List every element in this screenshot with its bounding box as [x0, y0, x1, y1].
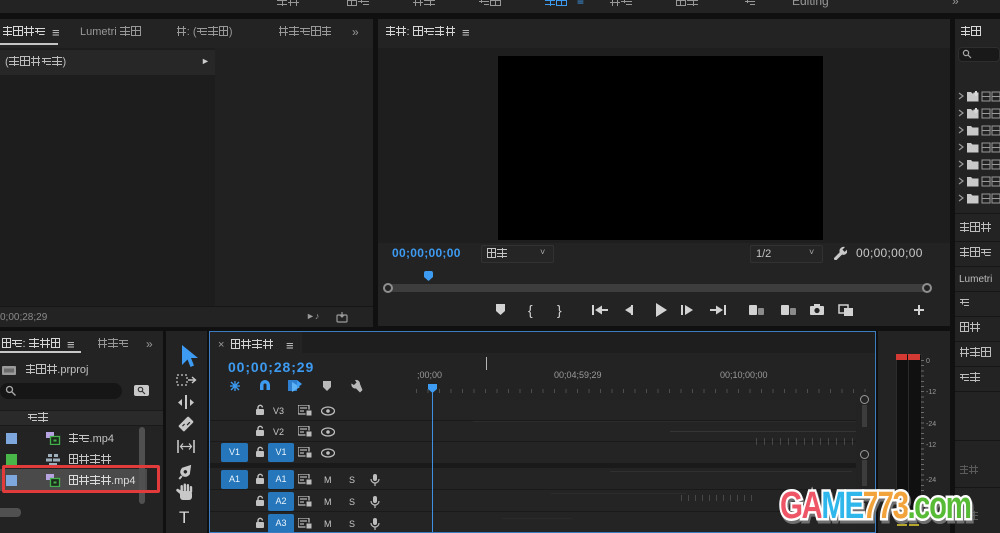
svg-text:T: T	[179, 508, 189, 527]
svg-text:{: {	[528, 302, 533, 318]
svg-text:}: }	[557, 302, 562, 318]
